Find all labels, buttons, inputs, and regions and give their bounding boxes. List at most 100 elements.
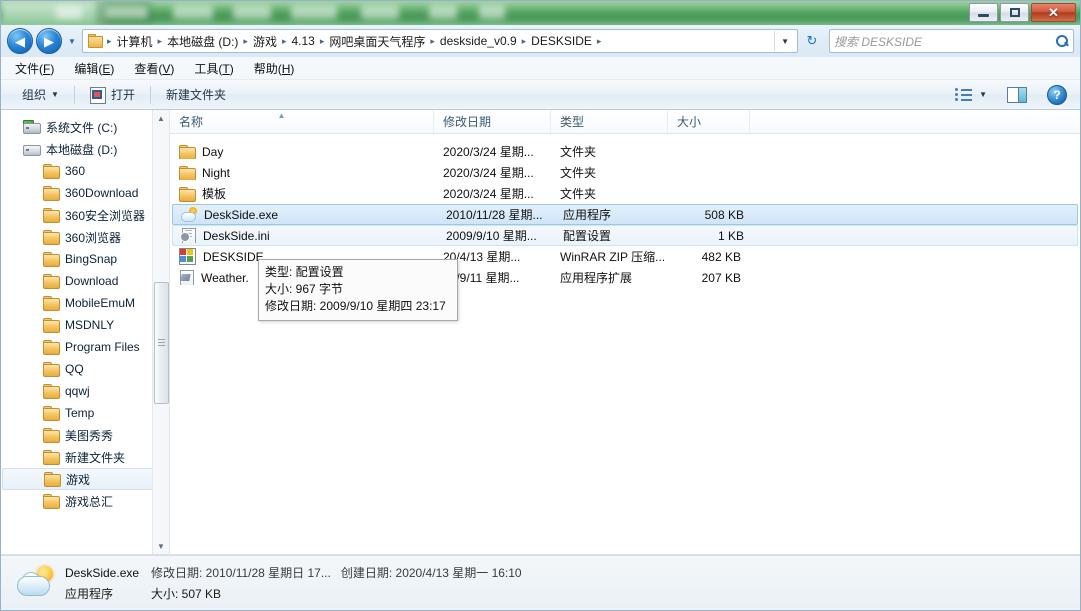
file-name-cell: DeskSide.exe [173, 207, 437, 222]
folder-icon [43, 318, 60, 333]
preview-pane-button[interactable] [1000, 84, 1034, 106]
breadcrumb-separator[interactable]: ▸ [156, 36, 165, 47]
breadcrumb-separator[interactable]: ▸ [241, 36, 250, 47]
breadcrumb-item-413[interactable]: 4.13 [288, 34, 317, 48]
sidebar-item-download[interactable]: Download [1, 270, 169, 292]
file-name-label: Night [202, 165, 231, 180]
table-row[interactable]: Night 2020/3/24 星期... 文件夹 [170, 162, 1080, 183]
breadcrumb-separator[interactable]: ▸ [428, 36, 437, 47]
sidebar-item-label: 360Download [65, 186, 139, 200]
breadcrumb-item-deskside[interactable]: DESKSIDE [528, 34, 595, 48]
title-bar-blurred-overlay [1, 1, 1080, 25]
menu-view-tail: ) [170, 61, 175, 76]
breadcrumb-separator[interactable]: ▸ [595, 36, 604, 47]
sidebar-item-qqwj[interactable]: qqwj [1, 380, 169, 402]
file-name-label: Weather. [201, 270, 249, 285]
sidebar-item-bingsnap[interactable]: BingSnap [1, 248, 169, 270]
column-header-name[interactable]: ▲ 名称 [170, 110, 434, 133]
table-row-selected[interactable]: DeskSide.exe 2010/11/28 星期... 应用程序 508 K… [172, 204, 1078, 225]
folder-icon [43, 230, 60, 245]
menu-tools[interactable]: 工具(T) [194, 60, 233, 77]
breadcrumb-separator[interactable]: ▸ [280, 36, 289, 47]
sidebar-item-games[interactable]: 游戏 [2, 468, 167, 490]
breadcrumb-separator[interactable]: ▸ [520, 36, 529, 47]
chevron-down-icon: ▼ [51, 90, 59, 99]
help-button[interactable]: ? [1040, 82, 1074, 108]
sidebar-item-360[interactable]: 360 [1, 160, 169, 182]
refresh-icon: ↻ [806, 33, 818, 48]
file-name-label: 模板 [202, 187, 227, 201]
breadcrumb-item-deskside-v09[interactable]: deskside_v0.9 [437, 34, 520, 48]
file-date-cell: 2020/3/24 星期... [443, 187, 534, 201]
organize-button[interactable]: 组织 ▼ [15, 83, 66, 106]
sidebar-item-qq[interactable]: QQ [1, 358, 169, 380]
open-label: 打开 [110, 88, 135, 102]
sidebar-item-msdnly[interactable]: MSDNLY [1, 314, 169, 336]
breadcrumb-separator[interactable]: ▸ [318, 36, 327, 47]
column-header-size[interactable]: 大小 [668, 110, 750, 133]
sidebar-item-temp[interactable]: Temp [1, 402, 169, 424]
sidebar-item-system-drive[interactable]: 系统文件 (C:) [1, 116, 169, 138]
menu-view[interactable]: 查看(V) [134, 60, 174, 77]
sidebar-item-label: Temp [65, 406, 95, 420]
breadcrumb-item-games[interactable]: 游戏 [250, 33, 280, 50]
menu-edit[interactable]: 编辑(E) [74, 60, 114, 77]
table-row[interactable]: Day 2020/3/24 星期... 文件夹 [170, 141, 1080, 162]
open-button[interactable]: 打开 [83, 83, 142, 106]
forward-button[interactable]: ▶ [36, 28, 62, 54]
sidebar-item-360download[interactable]: 360Download [1, 182, 169, 204]
breadcrumb-item-weather-program[interactable]: 网吧桌面天气程序 [326, 33, 428, 50]
open-icon [89, 86, 106, 104]
sidebar-item-mobileemum[interactable]: MobileEmuM [1, 292, 169, 314]
menu-help[interactable]: 帮助(H) [254, 60, 295, 77]
scroll-down-icon[interactable]: ▼ [153, 538, 169, 554]
refresh-button[interactable]: ↻ [801, 30, 823, 52]
search-input[interactable]: 搜索 DESKSIDE [829, 29, 1074, 53]
breadcrumb-item-computer[interactable]: 计算机 [114, 33, 156, 50]
toolbar-divider [149, 85, 151, 104]
sidebar-item-games-collection[interactable]: 游戏总汇 [1, 490, 169, 512]
folder-icon [44, 472, 61, 487]
sidebar-item-meitu[interactable]: 美图秀秀 [1, 424, 169, 446]
sidebar-item-new-folder[interactable]: 新建文件夹 [1, 446, 169, 468]
back-button[interactable]: ◀ [7, 28, 33, 54]
minimize-button[interactable] [969, 3, 998, 22]
new-folder-button[interactable]: 新建文件夹 [159, 83, 233, 106]
zip-archive-icon [179, 248, 196, 265]
forward-arrow-icon: ▶ [44, 33, 54, 49]
sidebar-item-360-browser[interactable]: 360浏览器 [1, 226, 169, 248]
scroll-up-icon[interactable]: ▲ [153, 110, 169, 126]
folder-icon [43, 428, 60, 443]
chevron-down-icon: ▼ [68, 36, 76, 46]
breadcrumb-item-drive-d[interactable]: 本地磁盘 (D:) [164, 33, 241, 50]
sidebar-item-360-secure-browser[interactable]: 360安全浏览器 [1, 204, 169, 226]
file-type-cell: 配置设置 [563, 229, 612, 243]
column-header-label: 名称 [179, 115, 204, 129]
file-size-cell: 207 KB [701, 270, 741, 285]
breadcrumb-dropdown-button[interactable]: ▼ [774, 31, 795, 51]
sidebar-item-label: qqwj [65, 384, 90, 398]
tooltip-type-line: 类型: 配置设置 [265, 265, 344, 279]
sidebar-item-local-disk-d[interactable]: 本地磁盘 (D:) [1, 138, 169, 160]
scrollbar-thumb[interactable] [154, 282, 169, 404]
folder-icon [43, 384, 60, 399]
breadcrumb[interactable]: ▸ 计算机 ▸ 本地磁盘 (D:) ▸ 游戏 ▸ 4.13 ▸ 网吧桌面天气程序… [82, 29, 798, 53]
file-type-cell: 文件夹 [560, 187, 597, 201]
navigation-scrollbar[interactable]: ▲ ▼ [152, 110, 169, 554]
close-button[interactable]: ✕ [1031, 3, 1076, 22]
sidebar-item-label: 360安全浏览器 [65, 208, 146, 223]
menu-file[interactable]: 文件(F) [15, 60, 54, 77]
table-row[interactable]: 模板 2020/3/24 星期... 文件夹 [170, 183, 1080, 204]
column-header-type[interactable]: 类型 [551, 110, 668, 133]
minimize-icon [978, 14, 989, 17]
recent-locations-button[interactable]: ▼ [65, 29, 79, 53]
table-row-hovered[interactable]: DeskSide.ini 2009/9/10 星期... 配置设置 1 KB [172, 225, 1078, 246]
sidebar-item-program-files[interactable]: Program Files [1, 336, 169, 358]
file-type-cell: WinRAR ZIP 压缩... [560, 250, 666, 264]
maximize-button[interactable] [1000, 3, 1029, 22]
change-view-button[interactable]: ▼ [947, 84, 994, 106]
file-name-cell: Night [170, 165, 434, 180]
folder-icon [43, 252, 60, 267]
column-header-date-modified[interactable]: 修改日期 [434, 110, 551, 133]
folder-icon [43, 362, 60, 377]
